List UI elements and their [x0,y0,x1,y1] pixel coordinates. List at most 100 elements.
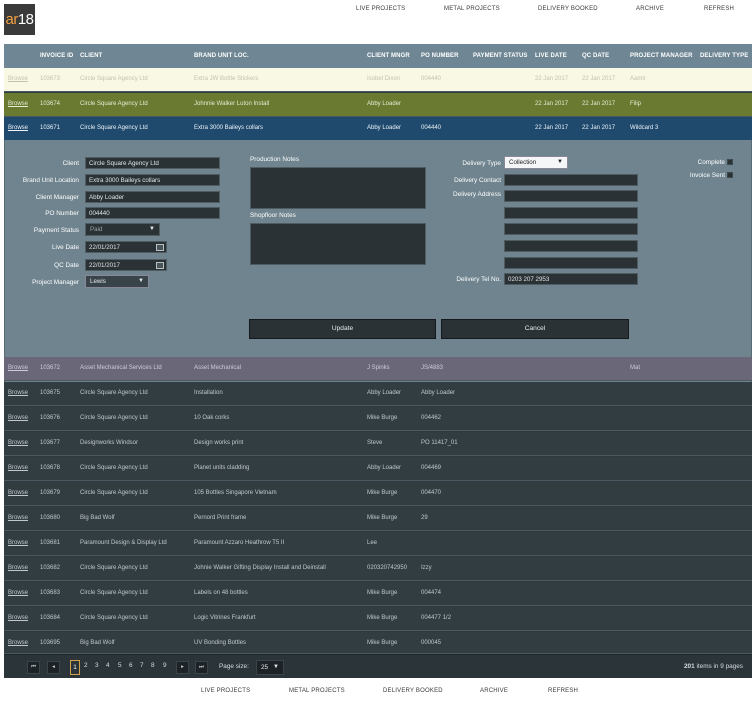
nav-refresh[interactable]: REFRESH [548,688,578,694]
calendar-icon[interactable] [156,262,164,269]
col-delivery-type[interactable]: DELIVERY TYPE [700,53,748,59]
project-manager-select[interactable]: Lewis ▼ [85,275,149,288]
page-9[interactable]: 9 [163,662,167,669]
page-7[interactable]: 7 [140,662,144,669]
cell-invoice-id: 103682 [40,565,61,571]
browse-link[interactable]: Browse [8,615,28,621]
browse-link[interactable]: Browse [8,101,28,107]
po-number-field[interactable]: 004440 [85,207,220,219]
client-manager-field[interactable]: Abby Loader [85,191,220,203]
cell-client-mngr: Isobel Dixon [367,76,401,82]
delivery-address-line-2[interactable] [504,207,638,219]
live-date-field[interactable]: 22/01/2017 [85,241,167,253]
nav-metal-projects[interactable]: METAL PROJECTS [289,688,345,694]
table-row[interactable]: Browse 103673 Circle Square Agency Ltd E… [4,68,752,92]
qc-date-field[interactable]: 22/01/2017 [85,259,167,271]
nav-delivery-booked[interactable]: DELIVERY BOOKED [538,6,598,12]
client-field[interactable]: Circle Square Agency Ltd [85,157,220,169]
delivery-type-select[interactable]: Collection ▼ [504,156,568,169]
delivery-address-line-1[interactable] [504,190,638,202]
col-brand-unit-loc[interactable]: BRAND UNIT LOC. [194,53,249,59]
col-project-manager[interactable]: PROJECT MANAGER [630,53,693,59]
nav-archive[interactable]: ARCHIVE [636,6,664,12]
calendar-icon[interactable] [156,244,164,251]
browse-link[interactable]: Browse [8,465,28,471]
cell-po: PO 11417_01 [421,440,458,446]
col-live-date[interactable]: LIVE DATE [535,53,567,59]
col-qc-date[interactable]: QC DATE [582,53,609,59]
nav-delivery-booked[interactable]: DELIVERY BOOKED [383,688,443,694]
delivery-address-line-3[interactable] [504,223,638,235]
payment-status-select[interactable]: Paid ▼ [85,223,160,236]
browse-link[interactable]: Browse [8,640,28,646]
table-row[interactable]: Browse 103678 Circle Square Agency Ltd P… [4,457,752,481]
cell-project-manager: Aamir [630,76,646,82]
table-row[interactable]: Browse 103683 Circle Square Agency Ltd L… [4,582,752,606]
cell-po: 004440 [421,125,442,131]
cell-brand: Pernord Print frame [194,515,247,521]
delivery-address-line-4[interactable] [504,240,638,252]
delivery-type-label: Delivery Type [462,160,501,167]
browse-link[interactable]: Browse [8,390,28,396]
nav-metal-projects[interactable]: METAL PROJECTS [444,6,500,12]
table-row[interactable]: Browse 103675 Circle Square Agency Ltd I… [4,382,752,406]
nav-refresh[interactable]: REFRESH [704,6,734,12]
table-row-selected[interactable]: Browse 103671 Circle Square Agency Ltd E… [4,117,752,141]
nav-live-projects[interactable]: LIVE PROJECTS [201,688,250,694]
table-row[interactable]: Browse 103682 Circle Square Agency Ltd J… [4,557,752,581]
col-invoice-id[interactable]: INVOICE ID [40,53,73,59]
page-6[interactable]: 6 [129,662,133,669]
brand-field[interactable]: Extra 3000 Baileys collars [85,174,220,186]
update-button[interactable]: Update [249,319,436,339]
cell-client: Circle Square Agency Ltd [80,101,148,107]
browse-link[interactable]: Browse [8,540,28,546]
page-5[interactable]: 5 [118,662,122,669]
col-payment-status[interactable]: PAYMENT STATUS [473,53,528,59]
browse-link[interactable]: Browse [8,365,28,371]
browse-link[interactable]: Browse [8,490,28,496]
page-1[interactable]: 1 [70,660,80,675]
invoice-sent-checkbox[interactable] [727,172,733,178]
last-page-icon[interactable]: ⏭ [195,661,208,674]
page-3[interactable]: 3 [95,662,99,669]
table-row[interactable]: Browse 103684 Circle Square Agency Ltd L… [4,607,752,631]
cell-invoice-id: 103672 [40,365,61,371]
complete-checkbox[interactable] [727,159,733,165]
cancel-button[interactable]: Cancel [441,319,629,339]
browse-link[interactable]: Browse [8,415,28,421]
browse-link[interactable]: Browse [8,515,28,521]
table-row[interactable]: Browse 103677 Designworks Windsor Design… [4,432,752,456]
col-client[interactable]: CLIENT [80,53,102,59]
table-row[interactable]: Browse 103672 Asset Mechanical Services … [4,357,752,381]
cell-client-mngr: Abby Loader [367,101,402,107]
table-row[interactable]: Browse 103681 Paramount Design & Display… [4,532,752,556]
nav-archive[interactable]: ARCHIVE [480,688,508,694]
page-8[interactable]: 8 [151,662,155,669]
page-size-select[interactable]: 25 ▼ [256,660,284,675]
production-notes-input[interactable] [250,167,426,209]
delivery-contact-field[interactable] [504,174,638,186]
prev-page-icon[interactable]: ◂ [47,661,60,674]
col-client-mngr[interactable]: CLIENT MNGR [367,53,410,59]
page-4[interactable]: 4 [106,662,110,669]
table-row[interactable]: Browse 103695 Big Bad Wolf UV Bonding Bo… [4,632,752,654]
table-row[interactable]: Browse 103680 Big Bad Wolf Pernord Print… [4,507,752,531]
delivery-tel-field[interactable]: 0203 207 2953 [504,273,638,285]
browse-link[interactable]: Browse [8,590,28,596]
browse-link[interactable]: Browse [8,565,28,571]
cell-po: 004474 [421,590,442,596]
browse-link[interactable]: Browse [8,125,28,131]
table-row[interactable]: Browse 103676 Circle Square Agency Ltd 1… [4,407,752,431]
table-row[interactable]: Browse 103679 Circle Square Agency Ltd 1… [4,482,752,506]
browse-link[interactable]: Browse [8,76,28,82]
nav-live-projects[interactable]: LIVE PROJECTS [356,6,405,12]
shopfloor-notes-input[interactable] [250,223,426,265]
col-po-number[interactable]: PO NUMBER [421,53,459,59]
next-page-icon[interactable]: ▸ [176,661,189,674]
table-row[interactable]: Browse 103674 Circle Square Agency Ltd J… [4,93,752,117]
cell-invoice-id: 103674 [40,101,61,107]
browse-link[interactable]: Browse [8,440,28,446]
delivery-address-line-5[interactable] [504,257,638,269]
first-page-icon[interactable]: ⏮ [27,661,40,674]
page-2[interactable]: 2 [84,662,88,669]
